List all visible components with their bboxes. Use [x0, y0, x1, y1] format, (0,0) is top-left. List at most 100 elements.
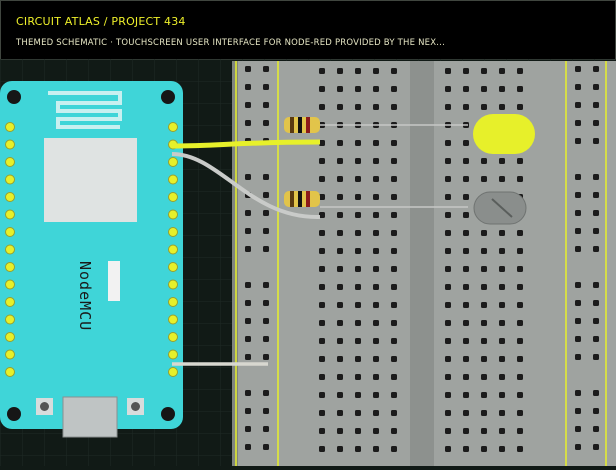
breadboard-hole [445, 320, 451, 326]
breadboard-hole [245, 408, 251, 414]
breadboard-hole [245, 246, 251, 252]
breadboard-hole [499, 266, 505, 272]
resistor-band [306, 191, 310, 207]
breadboard-hole [355, 194, 361, 200]
breadboard-hole [517, 392, 523, 398]
breadboard-hole [445, 86, 451, 92]
breadboard-hole [245, 444, 251, 450]
breadboard-hole [499, 374, 505, 380]
breadboard-hole [245, 66, 251, 72]
photoresistor[interactable] [473, 191, 527, 225]
breadboard-hole [593, 192, 599, 198]
breadboard-hole [499, 230, 505, 236]
breadboard-hole [445, 284, 451, 290]
board-pin [168, 297, 178, 307]
breadboard-hole [391, 374, 397, 380]
breadboard-hole [517, 356, 523, 362]
breadboard-hole [391, 104, 397, 110]
breadboard-hole [319, 266, 325, 272]
breadboard-hole [463, 338, 469, 344]
breadboard-hole [263, 426, 269, 432]
breadboard-hole [263, 174, 269, 180]
resistor-band [290, 117, 294, 133]
breadboard-hole [499, 248, 505, 254]
led[interactable] [473, 114, 535, 154]
breadboard-hole [373, 68, 379, 74]
breadboard-hole [245, 318, 251, 324]
breadboard-hole [481, 410, 487, 416]
resistor-band [298, 117, 302, 133]
breadboard-hole [463, 320, 469, 326]
breadboard-hole [445, 428, 451, 434]
breadboard-hole [373, 302, 379, 308]
breadboard-hole [445, 158, 451, 164]
breadboard-hole [593, 120, 599, 126]
breadboard-hole [593, 174, 599, 180]
center-channel [410, 61, 434, 466]
breadboard-hole [575, 426, 581, 432]
breadboard-hole [245, 102, 251, 108]
breadboard-hole [355, 86, 361, 92]
breadboard-hole [355, 428, 361, 434]
breadboard-hole [445, 266, 451, 272]
breadboard-hole [373, 230, 379, 236]
breadboard-hole [319, 68, 325, 74]
breadboard-hole [391, 212, 397, 218]
breadboard-hole [391, 86, 397, 92]
resistor-2[interactable] [284, 191, 320, 207]
breadboard-hole [517, 158, 523, 164]
breadboard-hole [263, 84, 269, 90]
breadboard-hole [593, 300, 599, 306]
breadboard-hole [391, 68, 397, 74]
header-bar: CIRCUIT ATLAS / PROJECT 434 THEMED SCHEM… [0, 0, 616, 60]
breadboard-hole [319, 392, 325, 398]
breadboard-hole [463, 410, 469, 416]
breadboard-hole [575, 354, 581, 360]
board-pin [5, 157, 15, 167]
breadboard-hole [481, 248, 487, 254]
breadboard-hole [499, 158, 505, 164]
breadboard-hole [355, 284, 361, 290]
breadboard-hole [445, 140, 451, 146]
breadboard-hole [575, 192, 581, 198]
breadboard-hole [481, 446, 487, 452]
breadboard-hole [319, 356, 325, 362]
breadboard-hole [575, 246, 581, 252]
breadboard-hole [575, 408, 581, 414]
breadboard-hole [373, 248, 379, 254]
breadboard-hole [337, 248, 343, 254]
breadboard-hole [499, 338, 505, 344]
breadboard-hole [263, 66, 269, 72]
schematic-canvas: NodeMCU [0, 59, 616, 466]
board-pin [168, 332, 178, 342]
breadboard-hole [337, 446, 343, 452]
breadcrumb[interactable]: CIRCUIT ATLAS / PROJECT 434 [16, 15, 186, 28]
breadboard-hole [499, 68, 505, 74]
breadboard-hole [263, 210, 269, 216]
resistor-band [290, 191, 294, 207]
breadboard-hole [593, 426, 599, 432]
breadboard-hole [575, 174, 581, 180]
page-subtitle: THEMED SCHEMATIC · TOUCHSCREEN USER INTE… [16, 38, 445, 48]
breadboard-hole [463, 176, 469, 182]
breadboard-hole [391, 428, 397, 434]
breadboard-hole [517, 230, 523, 236]
breadboard-hole [481, 338, 487, 344]
breadboard-hole [593, 84, 599, 90]
breadboard-hole [337, 86, 343, 92]
button-flash[interactable] [108, 261, 120, 301]
board-pin [5, 332, 15, 342]
nodemcu-board[interactable]: NodeMCU [0, 81, 183, 438]
breadboard-hole [593, 336, 599, 342]
breadboard-hole [337, 284, 343, 290]
breadboard-hole [319, 410, 325, 416]
breadboard-hole [593, 390, 599, 396]
breadboard-hole [337, 104, 343, 110]
breadboard-hole [263, 390, 269, 396]
breadboard-hole [373, 104, 379, 110]
breadboard-hole [263, 192, 269, 198]
breadboard-hole [373, 320, 379, 326]
resistor-1[interactable] [284, 117, 320, 133]
breadboard-hole [445, 410, 451, 416]
breadboard-hole [575, 228, 581, 234]
